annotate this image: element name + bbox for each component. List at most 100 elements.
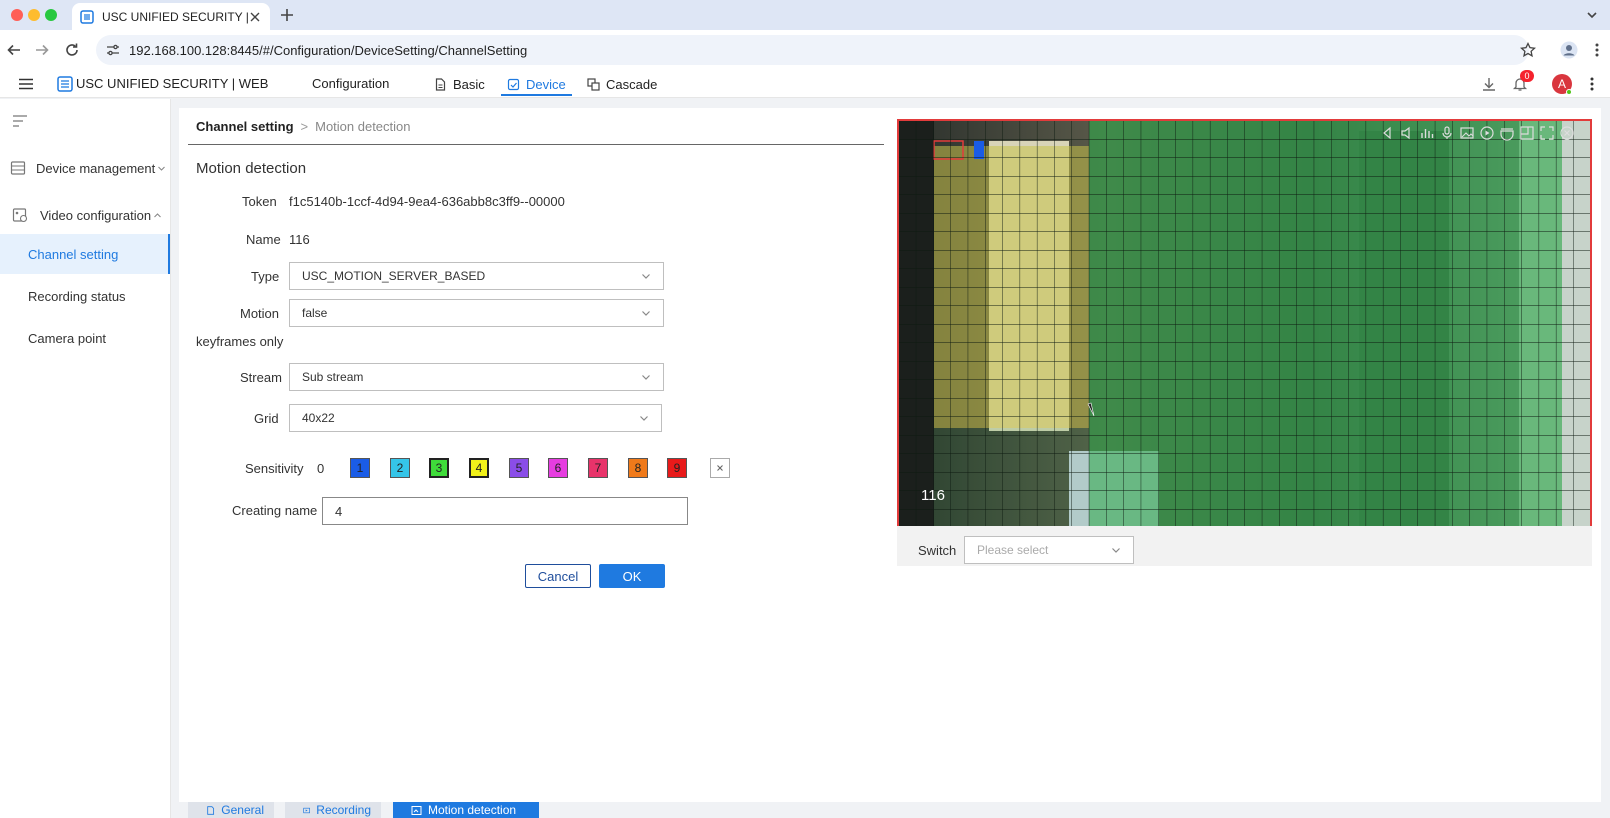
sidebar-item-channel-setting[interactable]: Channel setting xyxy=(0,234,170,274)
address-bar[interactable]: 192.168.100.128:8445/#/Configuration/Dev… xyxy=(96,35,1529,65)
nav-cascade[interactable]: Cascade xyxy=(587,70,657,98)
clear-sensitivity-button[interactable] xyxy=(710,458,730,478)
camera-feed-with-motion-grid[interactable] xyxy=(899,121,1590,528)
sidebar-group-label: Video configuration xyxy=(40,207,152,223)
sensitivity-level-5[interactable]: 5 xyxy=(509,458,529,478)
creating-name-label: Creating name xyxy=(232,503,318,518)
sensitivity-level-9[interactable]: 9 xyxy=(667,458,687,478)
prev-icon[interactable] xyxy=(1379,125,1395,141)
tab-close-icon[interactable] xyxy=(248,10,262,24)
breadcrumb-divider xyxy=(188,144,884,145)
profile-icon[interactable] xyxy=(1560,41,1578,59)
motion-select-value: false xyxy=(302,306,328,320)
close-icon xyxy=(717,465,723,471)
tab-search-chevron-icon[interactable] xyxy=(1584,7,1600,23)
ptz-icon[interactable] xyxy=(1499,125,1515,141)
switch-select[interactable]: Please select xyxy=(964,536,1134,564)
motion-label: Motion xyxy=(240,306,280,321)
browser-tab[interactable]: USC UNIFIED SECURITY | WE xyxy=(72,3,270,30)
keyframes-only-label: keyframes only xyxy=(196,334,284,349)
device-icon xyxy=(507,78,520,90)
stream-select[interactable]: Sub stream xyxy=(289,363,664,391)
sidebar-item-recording-status[interactable]: Recording status xyxy=(0,276,170,316)
reload-icon[interactable] xyxy=(64,42,80,58)
switch-bar: Switch Please select xyxy=(897,526,1592,566)
bottom-tabs: General Recording Motion detection xyxy=(179,802,1601,818)
app-header: USC UNIFIED SECURITY | WEB Configuration… xyxy=(0,70,1610,98)
cascade-icon xyxy=(587,77,600,91)
chevron-down-icon xyxy=(158,166,166,171)
audio-icon[interactable] xyxy=(1399,125,1415,141)
sidebar-group-video-configuration[interactable]: Video configuration xyxy=(0,200,170,230)
new-tab-icon[interactable] xyxy=(278,6,296,24)
sensitivity-level-8[interactable]: 8 xyxy=(628,458,648,478)
menu-icon[interactable] xyxy=(18,76,34,92)
browser-menu-icon[interactable] xyxy=(1592,42,1602,58)
grid-select-value: 40x22 xyxy=(302,411,335,425)
snapshot-icon[interactable] xyxy=(1459,125,1475,141)
switch-select-placeholder: Please select xyxy=(977,543,1049,557)
sensitivity-level-4[interactable]: 4 xyxy=(469,458,489,478)
motion-keyframes-select[interactable]: false xyxy=(289,299,664,327)
cancel-button[interactable]: Cancel xyxy=(525,564,591,588)
video-preview[interactable]: 116 xyxy=(897,119,1592,530)
sensitivity-level-7[interactable]: 7 xyxy=(588,458,608,478)
grid-label: Grid xyxy=(254,411,279,426)
sensitivity-level-2[interactable]: 2 xyxy=(390,458,410,478)
chevron-up-icon xyxy=(154,212,161,217)
creating-name-value: 4 xyxy=(335,503,343,519)
tab-recording[interactable]: Recording xyxy=(285,802,381,818)
sensitivity-level-0[interactable]: 0 xyxy=(317,461,324,476)
sensitivity-level-3[interactable]: 3 xyxy=(429,458,449,478)
sensitivity-label: Sensitivity xyxy=(245,461,304,476)
chevron-down-icon xyxy=(642,311,650,316)
grid-select[interactable]: 40x22 xyxy=(289,404,662,432)
chevron-down-icon xyxy=(642,274,650,279)
type-select[interactable]: USC_MOTION_SERVER_BASED xyxy=(289,262,664,290)
download-icon[interactable] xyxy=(1481,76,1497,92)
name-label: Name xyxy=(246,232,281,247)
stats-icon[interactable] xyxy=(1419,125,1435,141)
name-value: 116 xyxy=(289,232,310,247)
sidebar-collapse-icon[interactable] xyxy=(12,113,28,129)
site-info-icon[interactable] xyxy=(106,43,120,57)
app-title: USC UNIFIED SECURITY | WEB xyxy=(76,76,269,91)
recording-icon xyxy=(303,807,310,813)
fullscreen-icon[interactable] xyxy=(1539,125,1555,141)
bookmark-star-icon[interactable] xyxy=(1520,42,1536,58)
chevron-down-icon xyxy=(1112,548,1120,553)
stream-select-value: Sub stream xyxy=(302,370,364,384)
notification-badge: 0 xyxy=(1520,70,1534,82)
breadcrumb-parent[interactable]: Channel setting xyxy=(196,119,294,134)
play-icon[interactable] xyxy=(1479,125,1495,141)
forward-icon[interactable] xyxy=(34,42,50,58)
nav-device-label: Device xyxy=(526,76,566,92)
nav-device[interactable]: Device xyxy=(501,70,572,98)
nav-basic[interactable]: Basic xyxy=(434,70,485,98)
back-icon[interactable] xyxy=(6,42,22,58)
type-label: Type xyxy=(251,269,280,284)
type-select-value: USC_MOTION_SERVER_BASED xyxy=(302,269,486,283)
sidebar-item-camera-point[interactable]: Camera point xyxy=(0,318,170,358)
window-minimize-button[interactable] xyxy=(28,9,40,21)
ok-button[interactable]: OK xyxy=(599,564,665,588)
tab-recording-label: Recording xyxy=(316,803,371,817)
sensitivity-level-1[interactable]: 1 xyxy=(350,458,370,478)
layout-icon[interactable] xyxy=(1519,125,1535,141)
app-more-icon[interactable] xyxy=(1588,76,1596,92)
sidebar-group-label: Device management xyxy=(36,160,156,176)
section-title[interactable]: Configuration xyxy=(312,76,389,91)
motion-detection-icon xyxy=(411,805,422,815)
tab-general[interactable]: General xyxy=(188,802,274,818)
tab-motion-detection[interactable]: Motion detection xyxy=(393,802,539,818)
sidebar-group-device-management[interactable]: Device management xyxy=(0,153,170,183)
video-configuration-icon xyxy=(12,208,28,223)
breadcrumb: Channel setting > Motion detection xyxy=(196,119,411,134)
sidebar: Device management Video configuration Ch… xyxy=(0,99,171,818)
window-maximize-button[interactable] xyxy=(45,9,57,21)
mic-icon[interactable] xyxy=(1439,125,1455,141)
window-close-button[interactable] xyxy=(11,9,23,21)
close-icon[interactable] xyxy=(1559,125,1575,141)
sensitivity-level-6[interactable]: 6 xyxy=(548,458,568,478)
creating-name-input[interactable]: 4 xyxy=(322,497,688,525)
